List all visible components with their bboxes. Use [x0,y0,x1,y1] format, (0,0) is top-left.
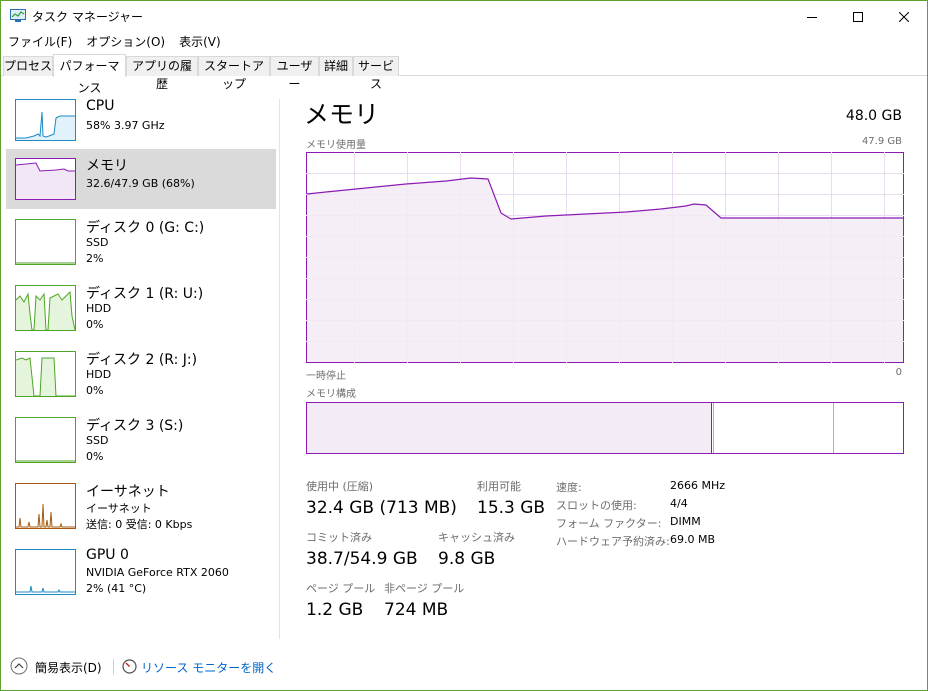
memory-composition-label: メモリ構成 [306,389,356,400]
cached-value: 9.8 GB [438,549,496,569]
resource-name: ディスク 3 (S:) [86,418,184,434]
task-manager-window: タスク マネージャー ファイル(F) オプション(O) 表示(V) プロセス パ… [0,0,928,691]
menu-view[interactable]: 表示(V) [172,32,228,52]
graph-time-left: 一時停止 [306,371,346,382]
form-factor-label: フォーム ファクター: [556,517,662,530]
menu-options[interactable]: オプション(O) [79,32,172,52]
resource-detail: 0% [86,384,104,397]
committed-label: コミット済み [306,531,372,544]
resource-detail: 58% 3.97 GHz [86,119,165,132]
resource-disk-2[interactable]: ディスク 2 (R: J:) HDD 0% [6,351,276,411]
resource-type: HDD [86,368,112,381]
hardware-reserved-value: 69.0 MB [670,533,716,546]
memory-thumbnail [15,158,76,200]
disk-2-thumbnail [15,351,76,397]
fewer-details-button[interactable]: 簡易表示(D) [35,659,102,676]
resource-disk-0[interactable]: ディスク 0 (G: C:) SSD 2% [6,219,276,279]
resource-type: HDD [86,302,112,315]
paged-pool-value: 1.2 GB [306,600,364,620]
cpu-thumbnail [15,99,76,141]
resource-detail: 2% (41 °C) [86,582,147,595]
resource-detail: 2% [86,252,104,265]
resource-gpu-0[interactable]: GPU 0 NVIDIA GeForce RTX 2060 2% (41 °C) [6,547,276,609]
disk-0-thumbnail [15,219,76,265]
maximize-button[interactable] [835,1,881,32]
paged-pool-label: ページ プール [306,582,376,595]
minimize-button[interactable] [789,1,835,32]
in-use-label: 使用中 (圧縮) [306,480,374,493]
speed-label: 速度: [556,481,582,494]
resource-type: SSD [86,236,109,249]
footer: 簡易表示(D) リソース モニターを開く [1,651,927,681]
resource-disk-1[interactable]: ディスク 1 (R: U:) HDD 0% [6,285,276,345]
resource-name: CPU [86,98,115,114]
resource-monitor-icon[interactable] [122,659,137,674]
tab-processes[interactable]: プロセス [3,56,53,76]
resource-name: メモリ [86,158,128,174]
chevron-up-icon[interactable] [10,657,28,675]
hardware-reserved-label: ハードウェア予約済み: [556,535,670,548]
resource-name: ディスク 0 (G: C:) [86,220,205,236]
memory-usage-label: メモリ使用量 [306,140,366,151]
resource-memory[interactable]: メモリ 32.6/47.9 GB (68%) [6,149,276,209]
resource-detail: 送信: 0 受信: 0 Kbps [86,518,193,531]
open-resource-monitor-link[interactable]: リソース モニターを開く [141,659,276,676]
tab-users[interactable]: ユーザー [270,56,319,91]
graph-time-right: 0 [895,367,902,378]
disk-1-thumbnail [15,285,76,331]
tab-startup[interactable]: スタートアップ [198,56,270,91]
resource-name: ディスク 1 (R: U:) [86,286,204,302]
resource-detail: 0% [86,450,104,463]
resource-disk-3[interactable]: ディスク 3 (S:) SSD 0% [6,417,276,477]
resource-ethernet[interactable]: イーサネット イーサネット 送信: 0 受信: 0 Kbps [6,483,276,543]
slots-label: スロットの使用: [556,499,637,512]
memory-composition-bar [306,402,904,454]
close-icon [899,11,909,22]
tab-performance[interactable]: パフォーマンス [53,54,126,95]
in-use-value: 32.4 GB (713 MB) [306,498,457,518]
nonpaged-pool-value: 724 MB [384,600,449,620]
resource-type: イーサネット [86,502,152,515]
committed-value: 38.7/54.9 GB [306,549,418,569]
menu-file[interactable]: ファイル(F) [1,32,79,52]
gpu-0-thumbnail [15,549,76,595]
slots-value: 4/4 [670,497,688,510]
menu-bar: ファイル(F) オプション(O) 表示(V) [1,32,927,52]
memory-usage-graph [306,152,904,363]
memory-usage-max: 47.9 GB [861,136,902,147]
resource-detail: 32.6/47.9 GB (68%) [86,177,195,190]
speed-value: 2666 MHz [670,479,726,492]
available-label: 利用可能 [477,480,521,493]
footer-divider [113,659,114,675]
tab-details[interactable]: 詳細 [319,56,353,76]
minimize-icon [807,16,817,18]
available-value: 15.3 GB [477,498,546,518]
close-button[interactable] [881,1,927,32]
disk-3-thumbnail [15,417,76,463]
tab-bar: プロセス パフォーマンス アプリの履歴 スタートアップ ユーザー 詳細 サービス [1,54,927,95]
tab-app-history[interactable]: アプリの履歴 [126,56,198,91]
maximize-icon [853,11,863,22]
window-title: タスク マネージャー [32,10,143,24]
resource-type: SSD [86,434,109,447]
resource-type: NVIDIA GeForce RTX 2060 [86,566,229,579]
resource-list: CPU 58% 3.97 GHz メモリ 32.6/47.9 GB (68%) … [1,77,279,641]
resource-name: イーサネット [86,484,170,500]
resource-detail: 0% [86,318,104,331]
nonpaged-pool-label: 非ページ プール [384,582,465,595]
resource-name: ディスク 2 (R: J:) [86,352,198,368]
ethernet-thumbnail [15,483,76,529]
memory-total: 48.0 GB [845,108,902,124]
title-bar[interactable]: タスク マネージャー [1,1,927,32]
cached-label: キャッシュ済み [438,531,515,544]
page-title: メモリ [304,100,380,129]
task-manager-icon [10,9,26,22]
panel-splitter[interactable] [279,99,280,639]
tab-services[interactable]: サービス [353,56,399,91]
form-factor-value: DIMM [670,515,701,528]
resource-name: GPU 0 [86,547,129,563]
